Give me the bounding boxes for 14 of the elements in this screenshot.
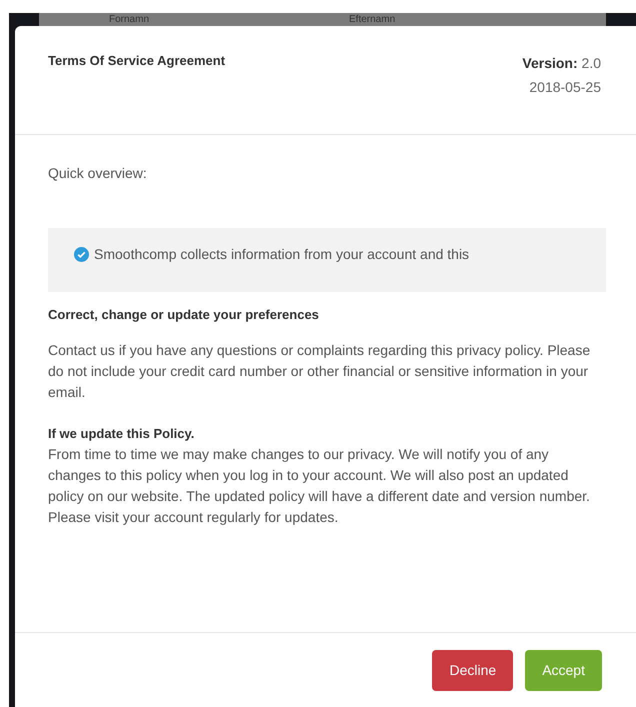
version-text: Version: 2.0 [522, 54, 601, 73]
version-date: 2018-05-25 [529, 78, 601, 97]
section-heading: If we update this Policy. [48, 425, 196, 443]
section-text: Contact us if you have any questions or complaints regarding this privacy policy. Please do not include your credit card number or other financial or sensitive information in your email. [48, 341, 592, 402]
section-heading: Correct, change or update your preferences [48, 306, 320, 324]
section-text: From time to time we may make changes to our privacy. We will notify you of any changes to this policy when you log in to your account. We will also post an updated policy on our website. The updated policy will have a different date and version number. Please visit your account regularly for updates. [48, 445, 591, 527]
overview-item: Smoothcomp collects information from your account and this [94, 245, 470, 264]
decline-button[interactable]: Decline [432, 650, 514, 690]
modal-title: Terms Of Service Agreement [48, 52, 226, 70]
column-header: Fornamn [109, 14, 150, 25]
overview-label: Quick overview: [48, 164, 148, 183]
column-header: Efternamn [349, 14, 396, 25]
accept-button[interactable]: Accept [525, 650, 602, 690]
check-circle-icon [74, 247, 89, 262]
